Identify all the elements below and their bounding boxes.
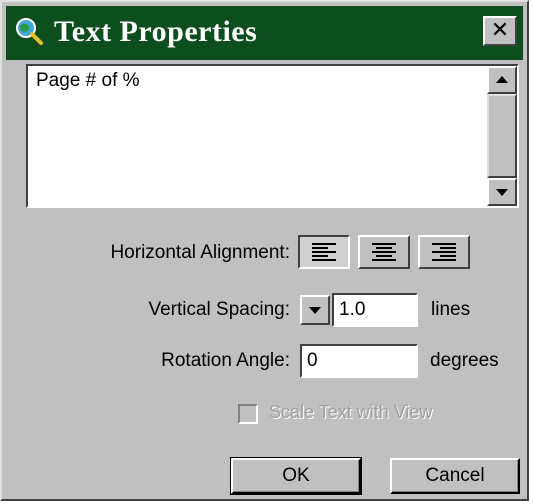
vertical-scrollbar[interactable]: [487, 66, 517, 206]
rotation-angle-label: Rotation Angle:: [161, 350, 290, 371]
rotation-angle-unit: degrees: [430, 350, 499, 371]
text-content-textarea[interactable]: Page # of %: [26, 64, 519, 208]
dropdown-arrow-icon: [309, 307, 321, 314]
window-title: Text Properties: [54, 15, 258, 48]
text-content-value: Page # of %: [36, 70, 140, 91]
align-right-icon: [432, 243, 456, 261]
align-center-icon: [372, 243, 396, 261]
title-bar[interactable]: Text Properties ✕: [6, 6, 523, 60]
scroll-up-button[interactable]: [487, 66, 517, 94]
scale-text-label: Scale Text with View: [269, 402, 433, 422]
vertical-spacing-input[interactable]: 1.0: [332, 293, 418, 327]
text-properties-dialog: Text Properties ✕ Page # of % Horizontal…: [0, 0, 529, 501]
scroll-down-button[interactable]: [487, 178, 517, 206]
magnifier-globe-icon: [16, 18, 43, 45]
horizontal-alignment-label: Horizontal Alignment:: [110, 242, 290, 263]
close-button[interactable]: ✕: [483, 16, 517, 46]
arrow-down-icon: [496, 189, 508, 196]
arrow-up-icon: [496, 76, 508, 83]
align-center-button[interactable]: [358, 235, 410, 269]
scroll-thumb[interactable]: [487, 94, 517, 178]
vertical-spacing-label: Vertical Spacing:: [148, 299, 290, 320]
rotation-angle-input[interactable]: 0: [300, 344, 418, 378]
vertical-spacing-dropdown-button[interactable]: [300, 295, 330, 325]
align-left-button[interactable]: [298, 235, 350, 269]
vertical-spacing-unit: lines: [431, 299, 471, 320]
scale-text-checkbox[interactable]: [238, 404, 258, 424]
ok-button[interactable]: OK: [230, 457, 362, 495]
close-icon: ✕: [490, 18, 510, 43]
align-left-icon: [312, 243, 336, 261]
align-right-button[interactable]: [418, 235, 470, 269]
cancel-button[interactable]: Cancel: [390, 458, 520, 494]
